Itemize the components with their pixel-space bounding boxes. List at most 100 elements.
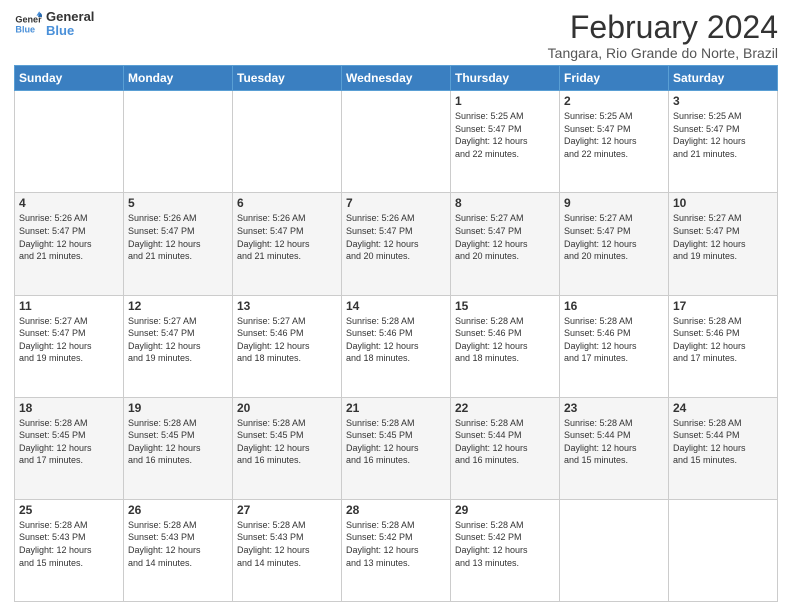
- table-row: [124, 91, 233, 193]
- week-row-4: 25Sunrise: 5:28 AMSunset: 5:43 PMDayligh…: [15, 499, 778, 601]
- calendar-table: Sunday Monday Tuesday Wednesday Thursday…: [14, 65, 778, 602]
- table-row: 29 Sunrise: 5:28 AMSunset: 5:42 PMDayligh…: [451, 499, 560, 601]
- table-row: 20 Sunrise: 5:28 AMSunset: 5:45 PMDayligh…: [233, 397, 342, 499]
- day-info: Sunrise: 5:27 AMSunset: 5:47 PMDaylight:…: [455, 212, 555, 262]
- day-info: Sunrise: 5:28 AMSunset: 5:43 PMDaylight:…: [237, 519, 337, 569]
- table-row: 5 Sunrise: 5:26 AMSunset: 5:47 PMDaylight…: [124, 193, 233, 295]
- logo: General Blue General Blue: [14, 10, 94, 39]
- week-row-2: 11 Sunrise: 5:27 AMSunset: 5:47 PMDayligh…: [15, 295, 778, 397]
- logo-text-line1: General: [46, 10, 94, 24]
- day-number: 21: [346, 401, 446, 415]
- table-row: [669, 499, 778, 601]
- col-friday: Friday: [560, 66, 669, 91]
- table-row: [342, 91, 451, 193]
- day-info: Sunrise: 5:28 AMSunset: 5:46 PMDaylight:…: [564, 315, 664, 365]
- table-row: 23 Sunrise: 5:28 AMSunset: 5:44 PMDayligh…: [560, 397, 669, 499]
- day-info: Sunrise: 5:28 AMSunset: 5:45 PMDaylight:…: [237, 417, 337, 467]
- day-number: 17: [673, 299, 773, 313]
- svg-text:General: General: [15, 15, 42, 25]
- table-row: 2 Sunrise: 5:25 AMSunset: 5:47 PMDaylight…: [560, 91, 669, 193]
- day-number: 18: [19, 401, 119, 415]
- table-row: 13Sunrise: 5:27 AMSunset: 5:46 PMDayligh…: [233, 295, 342, 397]
- day-info: Sunrise: 5:25 AMSunset: 5:47 PMDaylight:…: [455, 110, 555, 160]
- day-info: Sunrise: 5:27 AMSunset: 5:47 PMDaylight:…: [128, 315, 228, 365]
- day-info: Sunrise: 5:28 AMSunset: 5:43 PMDaylight:…: [128, 519, 228, 569]
- day-info: Sunrise: 5:27 AMSunset: 5:47 PMDaylight:…: [19, 315, 119, 365]
- day-number: 24: [673, 401, 773, 415]
- day-info: Sunrise: 5:26 AMSunset: 5:47 PMDaylight:…: [237, 212, 337, 262]
- logo-text-line2: Blue: [46, 24, 94, 38]
- table-row: 24 Sunrise: 5:28 AMSunset: 5:44 PMDayligh…: [669, 397, 778, 499]
- day-info: Sunrise: 5:28 AMSunset: 5:42 PMDaylight:…: [455, 519, 555, 569]
- day-info: Sunrise: 5:28 AMSunset: 5:45 PMDaylight:…: [19, 417, 119, 467]
- table-row: 4 Sunrise: 5:26 AMSunset: 5:47 PMDaylight…: [15, 193, 124, 295]
- table-row: 22 Sunrise: 5:28 AMSunset: 5:44 PMDayligh…: [451, 397, 560, 499]
- day-number: 5: [128, 196, 228, 210]
- table-row: 3Sunrise: 5:25 AMSunset: 5:47 PMDaylight…: [669, 91, 778, 193]
- col-thursday: Thursday: [451, 66, 560, 91]
- day-number: 19: [128, 401, 228, 415]
- subtitle: Tangara, Rio Grande do Norte, Brazil: [548, 45, 778, 61]
- day-info: Sunrise: 5:26 AMSunset: 5:47 PMDaylight:…: [346, 212, 446, 262]
- day-number: 6: [237, 196, 337, 210]
- svg-text:Blue: Blue: [15, 25, 35, 35]
- day-number: 1: [455, 94, 555, 108]
- day-info: Sunrise: 5:25 AMSunset: 5:47 PMDaylight:…: [564, 110, 664, 160]
- week-row-1: 4 Sunrise: 5:26 AMSunset: 5:47 PMDaylight…: [15, 193, 778, 295]
- table-row: 19 Sunrise: 5:28 AMSunset: 5:45 PMDayligh…: [124, 397, 233, 499]
- day-number: 23: [564, 401, 664, 415]
- day-number: 10: [673, 196, 773, 210]
- day-info: Sunrise: 5:28 AMSunset: 5:45 PMDaylight:…: [128, 417, 228, 467]
- day-info: Sunrise: 5:26 AMSunset: 5:47 PMDaylight:…: [19, 212, 119, 262]
- day-number: 29: [455, 503, 555, 517]
- day-number: 15: [455, 299, 555, 313]
- table-row: 1 Sunrise: 5:25 AMSunset: 5:47 PMDaylight…: [451, 91, 560, 193]
- table-row: 7 Sunrise: 5:26 AMSunset: 5:47 PMDaylight…: [342, 193, 451, 295]
- day-number: 7: [346, 196, 446, 210]
- day-info: Sunrise: 5:28 AMSunset: 5:46 PMDaylight:…: [455, 315, 555, 365]
- table-row: 26 Sunrise: 5:28 AMSunset: 5:43 PMDayligh…: [124, 499, 233, 601]
- table-row: 16 Sunrise: 5:28 AMSunset: 5:46 PMDayligh…: [560, 295, 669, 397]
- col-saturday: Saturday: [669, 66, 778, 91]
- day-number: 12: [128, 299, 228, 313]
- day-info: Sunrise: 5:28 AMSunset: 5:42 PMDaylight:…: [346, 519, 446, 569]
- day-info: Sunrise: 5:28 AMSunset: 5:44 PMDaylight:…: [673, 417, 773, 467]
- day-info: Sunrise: 5:28 AMSunset: 5:44 PMDaylight:…: [455, 417, 555, 467]
- page: General Blue General Blue February 2024 …: [0, 0, 792, 612]
- day-number: 16: [564, 299, 664, 313]
- day-number: 14: [346, 299, 446, 313]
- table-row: [15, 91, 124, 193]
- week-row-0: 1 Sunrise: 5:25 AMSunset: 5:47 PMDaylight…: [15, 91, 778, 193]
- day-number: 11: [19, 299, 119, 313]
- day-number: 4: [19, 196, 119, 210]
- day-info: Sunrise: 5:28 AMSunset: 5:44 PMDaylight:…: [564, 417, 664, 467]
- table-row: 10 Sunrise: 5:27 AMSunset: 5:47 PMDayligh…: [669, 193, 778, 295]
- table-row: 27 Sunrise: 5:28 AMSunset: 5:43 PMDayligh…: [233, 499, 342, 601]
- day-number: 26: [128, 503, 228, 517]
- day-info: Sunrise: 5:27 AMSunset: 5:46 PMDaylight:…: [237, 315, 337, 365]
- table-row: 25Sunrise: 5:28 AMSunset: 5:43 PMDayligh…: [15, 499, 124, 601]
- table-row: 18 Sunrise: 5:28 AMSunset: 5:45 PMDayligh…: [15, 397, 124, 499]
- table-row: 17Sunrise: 5:28 AMSunset: 5:46 PMDayligh…: [669, 295, 778, 397]
- table-row: 12 Sunrise: 5:27 AMSunset: 5:47 PMDayligh…: [124, 295, 233, 397]
- day-info: Sunrise: 5:26 AMSunset: 5:47 PMDaylight:…: [128, 212, 228, 262]
- col-monday: Monday: [124, 66, 233, 91]
- logo-icon: General Blue: [14, 10, 42, 38]
- header: General Blue General Blue February 2024 …: [14, 10, 778, 61]
- week-row-3: 18 Sunrise: 5:28 AMSunset: 5:45 PMDayligh…: [15, 397, 778, 499]
- table-row: 14 Sunrise: 5:28 AMSunset: 5:46 PMDayligh…: [342, 295, 451, 397]
- day-number: 2: [564, 94, 664, 108]
- day-info: Sunrise: 5:28 AMSunset: 5:43 PMDaylight:…: [19, 519, 119, 569]
- table-row: 9Sunrise: 5:27 AMSunset: 5:47 PMDaylight…: [560, 193, 669, 295]
- day-info: Sunrise: 5:27 AMSunset: 5:47 PMDaylight:…: [673, 212, 773, 262]
- table-row: 28Sunrise: 5:28 AMSunset: 5:42 PMDayligh…: [342, 499, 451, 601]
- day-info: Sunrise: 5:28 AMSunset: 5:46 PMDaylight:…: [346, 315, 446, 365]
- day-number: 27: [237, 503, 337, 517]
- table-row: 8Sunrise: 5:27 AMSunset: 5:47 PMDaylight…: [451, 193, 560, 295]
- table-row: 21Sunrise: 5:28 AMSunset: 5:45 PMDayligh…: [342, 397, 451, 499]
- day-number: 22: [455, 401, 555, 415]
- col-sunday: Sunday: [15, 66, 124, 91]
- day-info: Sunrise: 5:27 AMSunset: 5:47 PMDaylight:…: [564, 212, 664, 262]
- day-number: 20: [237, 401, 337, 415]
- day-number: 3: [673, 94, 773, 108]
